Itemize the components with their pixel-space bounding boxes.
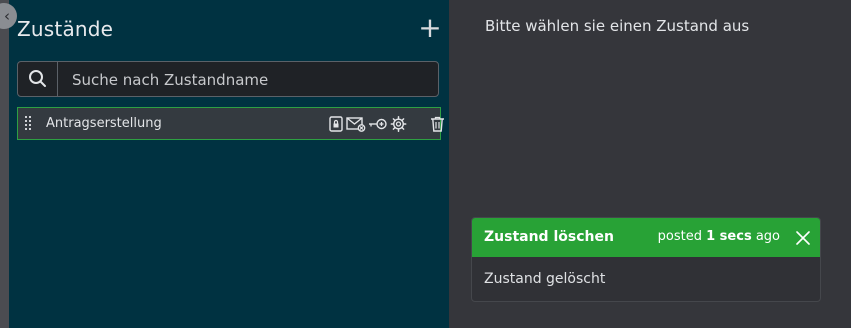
add-state-button[interactable]: + xyxy=(418,14,442,42)
list-item-state[interactable]: Antragserstellung xyxy=(17,107,444,140)
toast-title: Zustand löschen xyxy=(484,229,614,245)
settings-icon[interactable] xyxy=(390,116,407,132)
lock-icon[interactable] xyxy=(329,116,343,132)
toast-timestamp: posted 1 secs ago xyxy=(657,229,780,244)
mail-icon[interactable] xyxy=(346,116,366,132)
key-icon[interactable] xyxy=(368,116,388,132)
close-icon[interactable] xyxy=(796,230,810,245)
toast-notification: Zustand löschen posted 1 secs ago Zustan… xyxy=(471,217,821,302)
panel-title: Zustände xyxy=(17,17,114,41)
empty-state-text: Bitte wählen sie einen Zustand aus xyxy=(485,17,750,35)
states-panel: Zustände + Antragserstellung xyxy=(9,0,449,328)
toast-message: Zustand gelöscht xyxy=(484,271,606,287)
toast-header: Zustand löschen posted 1 secs ago xyxy=(472,218,820,257)
search-icon[interactable] xyxy=(18,62,58,96)
drag-handle-icon[interactable] xyxy=(25,116,33,132)
list-item-label: Antragserstellung xyxy=(46,116,162,131)
trash-icon[interactable] xyxy=(430,116,445,132)
search-input[interactable] xyxy=(70,69,434,91)
search-box xyxy=(17,61,439,97)
left-rail xyxy=(0,0,9,328)
